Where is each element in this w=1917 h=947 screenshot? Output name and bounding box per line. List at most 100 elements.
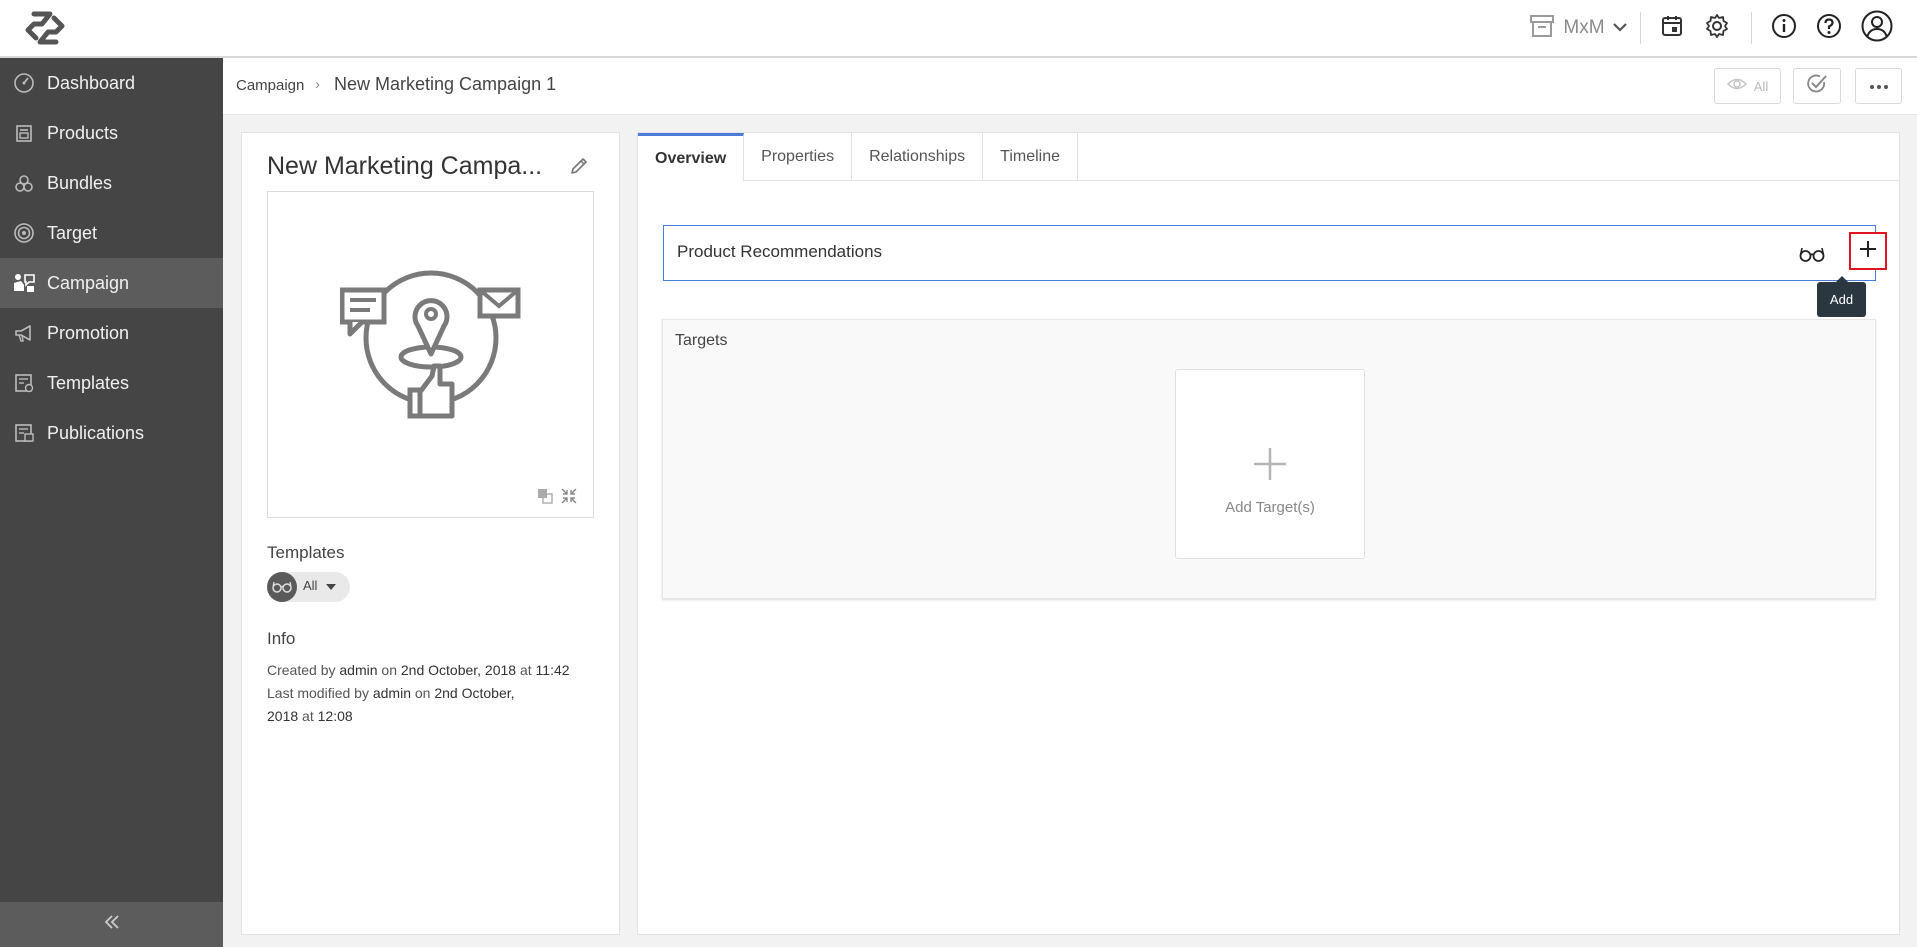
view-filter-label: All (1753, 78, 1769, 94)
sidebar-item-products[interactable]: Products (0, 108, 223, 158)
gear-icon (1704, 13, 1730, 44)
created-user: admin (339, 662, 378, 678)
sidebar-item-campaign[interactable]: Campaign (0, 258, 223, 308)
sidebar-item-dashboard[interactable]: Dashboard (0, 58, 223, 108)
templates-dropdown-value: All (303, 578, 318, 593)
modified-at: at (302, 708, 314, 724)
targets-heading: Targets (675, 332, 728, 349)
modified-on: on (414, 685, 431, 701)
targets-section: Targets Add Target(s) (662, 319, 1876, 599)
sidebar-item-label: Products (47, 122, 119, 143)
info-button[interactable] (1769, 0, 1799, 56)
modified-info: Last modified by admin on 2nd October, (267, 685, 515, 701)
glasses-icon (267, 572, 297, 602)
plus-icon (1251, 445, 1289, 483)
divider (1640, 12, 1641, 44)
settings-button[interactable] (1701, 0, 1733, 56)
entity-summary-panel: New Marketing Campa... Templates All Inf… (241, 132, 620, 935)
templates-icon (12, 371, 36, 395)
sidebar-item-target[interactable]: Target (0, 208, 223, 258)
collapse-sidebar-button[interactable] (0, 902, 223, 947)
approve-button[interactable] (1793, 68, 1841, 104)
target-icon (12, 221, 36, 245)
sidebar-item-label: Publications (47, 422, 145, 443)
bundles-icon (12, 171, 36, 195)
plus-icon (1859, 240, 1877, 263)
check-circle-icon (1806, 73, 1828, 100)
sidebar: Dashboard Products Bundles Target Campai… (0, 58, 223, 947)
info-heading: Info (267, 629, 296, 648)
breadcrumb-bar: Campaign › New Marketing Campaign 1 All (223, 58, 1917, 115)
entity-image[interactable] (267, 191, 594, 518)
add-targets-button[interactable]: Add Target(s) (1175, 369, 1365, 559)
sidebar-item-bundles[interactable]: Bundles (0, 158, 223, 208)
more-actions-button[interactable] (1855, 68, 1902, 104)
calendar-icon (1660, 14, 1684, 43)
add-recommendation-button[interactable] (1849, 232, 1887, 270)
sidebar-item-templates[interactable]: Templates (0, 358, 223, 408)
tab-relationships[interactable]: Relationships (852, 133, 984, 181)
modified-year: 2018 (267, 708, 299, 724)
product-recommendations-section: Product Recommendations (663, 225, 1887, 281)
sidebar-item-label: Dashboard (47, 72, 136, 93)
created-prefix: Created by (267, 662, 336, 678)
sidebar-item-label: Campaign (47, 272, 130, 293)
calendar-button[interactable] (1656, 0, 1688, 56)
more-horizontal-icon (1869, 77, 1889, 95)
publications-icon (12, 421, 36, 445)
templates-heading: Templates (267, 543, 345, 562)
app-logo-icon[interactable] (20, 8, 70, 48)
add-targets-label: Add Target(s) (1225, 499, 1315, 516)
tab-overview[interactable]: Overview (638, 133, 745, 181)
created-on: on (381, 662, 397, 678)
environment-label: MxM (1563, 17, 1605, 38)
sidebar-item-label: Target (47, 222, 98, 243)
sidebar-item-label: Promotion (47, 322, 130, 343)
products-icon (12, 121, 36, 145)
user-avatar-icon (1861, 10, 1893, 47)
sidebar-item-label: Templates (47, 372, 130, 393)
breadcrumb-campaign-link[interactable]: Campaign (236, 77, 304, 94)
detail-panel: Overview Properties Relationships Timeli… (637, 132, 1900, 935)
created-date: 2nd October, 2018 (400, 662, 517, 678)
tab-properties[interactable]: Properties (744, 133, 853, 181)
image-swap-icon[interactable] (537, 488, 553, 509)
user-profile-button[interactable] (1859, 0, 1895, 56)
sidebar-item-label: Bundles (47, 172, 113, 193)
pencil-icon (568, 158, 590, 181)
tab-bar: Overview Properties Relationships Timeli… (638, 133, 1899, 181)
templates-dropdown[interactable]: All (267, 572, 350, 602)
campaign-icon (12, 271, 36, 295)
tab-timeline[interactable]: Timeline (983, 133, 1079, 181)
divider (1751, 12, 1752, 44)
environment-selector[interactable]: MxM (1518, 0, 1638, 56)
entity-title: New Marketing Campa... (267, 152, 543, 180)
eye-icon (1726, 77, 1747, 96)
modified-user: admin (372, 685, 411, 701)
breadcrumb-current: New Marketing Campaign 1 (334, 74, 557, 94)
modified-prefix: Last modified by (267, 685, 369, 701)
megaphone-icon (12, 321, 36, 345)
created-at: at (519, 662, 532, 678)
dashboard-icon (12, 71, 36, 95)
archive-icon (1529, 14, 1555, 43)
double-chevron-left-icon (103, 914, 121, 935)
created-time: 11:42 (535, 662, 570, 678)
top-bar: MxM (0, 0, 1917, 58)
modified-date: 2nd October, (434, 685, 515, 701)
product-recommendations-title: Product Recommendations (677, 242, 883, 261)
shrink-icon[interactable] (560, 487, 578, 510)
add-tooltip: Add (1817, 276, 1866, 317)
help-icon (1816, 13, 1842, 44)
glasses-icon[interactable] (1798, 240, 1826, 268)
info-icon (1771, 13, 1797, 44)
sidebar-item-publications[interactable]: Publications (0, 408, 223, 458)
chevron-down-icon (1612, 19, 1627, 37)
edit-title-button[interactable] (568, 155, 590, 177)
modified-time: 12:08 (317, 708, 353, 724)
help-button[interactable] (1814, 0, 1844, 56)
campaign-illustration-icon (340, 270, 521, 419)
sidebar-item-promotion[interactable]: Promotion (0, 308, 223, 358)
created-info: Created by admin on 2nd October, 2018 at… (267, 662, 570, 678)
view-filter-button[interactable]: All (1714, 68, 1781, 104)
